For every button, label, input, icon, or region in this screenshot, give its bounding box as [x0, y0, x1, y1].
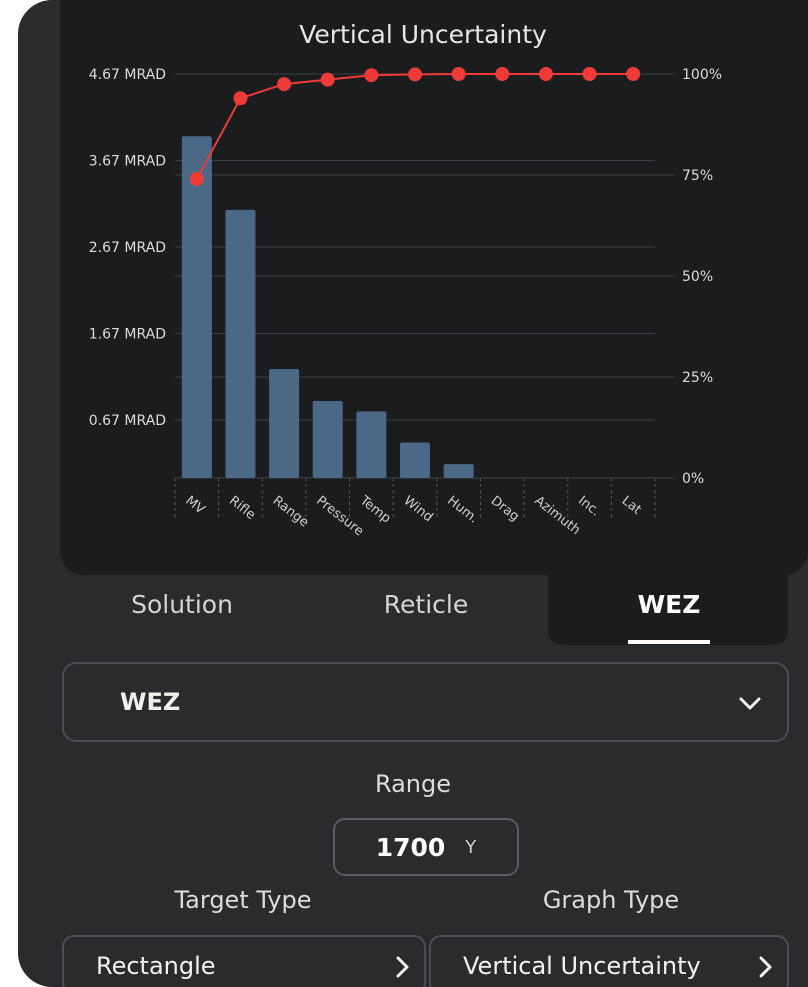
graph-type-value: Vertical Uncertainty: [463, 952, 701, 980]
x-tick-label: Drag: [488, 493, 522, 524]
range-label: Range: [374, 770, 452, 798]
app-screen: Vertical Uncertainty 0.67 MRAD 1.67 MRAD 2…: [18, 0, 808, 987]
cumulative-point: [189, 172, 204, 187]
bar: [225, 209, 256, 478]
graph-type-label: Graph Type: [542, 886, 680, 914]
x-tick-label: Lat: [619, 493, 644, 517]
x-tick-label: Azimuth: [531, 493, 582, 538]
x-tick-label: Pressure: [313, 493, 366, 539]
mode-dropdown-value: WEZ: [120, 688, 181, 716]
cumulative-point: [320, 72, 335, 87]
x-tick-label: Rifle: [226, 493, 258, 523]
cumulative-line: [195, 73, 634, 180]
y-right-tick-label: 100%: [682, 67, 722, 83]
active-tab-indicator: [628, 640, 710, 644]
tab-reticle[interactable]: Reticle: [326, 590, 526, 619]
chart-panel: Vertical Uncertainty 0.67 MRAD 1.67 MRAD 2…: [60, 0, 808, 575]
y-left-tick-label: 1.67 MRAD: [89, 327, 166, 343]
bar: [181, 136, 212, 479]
range-input[interactable]: 1700 Y: [333, 818, 519, 876]
bar: [356, 411, 387, 478]
y-left-tick-label: 0.67 MRAD: [89, 413, 166, 429]
cumulative-point: [582, 67, 597, 81]
cumulative-point: [451, 67, 466, 81]
range-unit: Y: [465, 836, 477, 858]
bar: [312, 401, 343, 478]
y-left-tick-label: 4.67 MRAD: [89, 67, 166, 83]
graph-type-selector[interactable]: Vertical Uncertainty: [429, 935, 789, 987]
cumulative-point: [408, 67, 422, 82]
bar: [400, 442, 430, 478]
cumulative-point: [233, 91, 248, 106]
x-tick-label: MV: [182, 493, 207, 517]
bar: [443, 464, 474, 478]
pareto-chart: Vertical Uncertainty 0.67 MRAD 1.67 MRAD 2…: [89, 20, 722, 539]
cumulative-point: [277, 77, 292, 92]
y-right-tick-label: 50%: [682, 269, 713, 285]
y-right-tick-label: 25%: [682, 370, 713, 386]
cumulative-point: [364, 68, 379, 83]
range-value: 1700: [375, 832, 446, 862]
mode-dropdown[interactable]: WEZ: [62, 662, 789, 742]
cumulative-point: [626, 67, 641, 81]
y-right-tick-label: 75%: [682, 168, 713, 184]
tab-wez[interactable]: WEZ: [569, 590, 769, 619]
target-type-label: Target Type: [174, 886, 312, 914]
x-tick-label: Wind: [401, 493, 436, 525]
y-left-tick-label: 2.67 MRAD: [89, 240, 166, 256]
y-left-tick-label: 3.67 MRAD: [89, 154, 166, 170]
y-right-tick-label: 0%: [682, 471, 704, 487]
bar: [269, 368, 300, 478]
chevron-right-icon: [759, 956, 772, 978]
chart-title: Vertical Uncertainty: [299, 20, 547, 49]
cumulative-point: [495, 67, 510, 81]
x-tick-label: Range: [270, 493, 312, 530]
x-tick-label: Inc.: [575, 493, 603, 519]
x-tick-label: Hum.: [444, 493, 481, 526]
chevron-right-icon: [396, 956, 409, 978]
target-type-selector[interactable]: Rectangle: [62, 935, 426, 987]
target-type-value: Rectangle: [96, 952, 216, 980]
chevron-down-icon: [739, 697, 761, 710]
tab-solution[interactable]: Solution: [82, 590, 282, 619]
cumulative-point: [538, 67, 553, 81]
x-tick-label: Temp: [356, 493, 393, 527]
